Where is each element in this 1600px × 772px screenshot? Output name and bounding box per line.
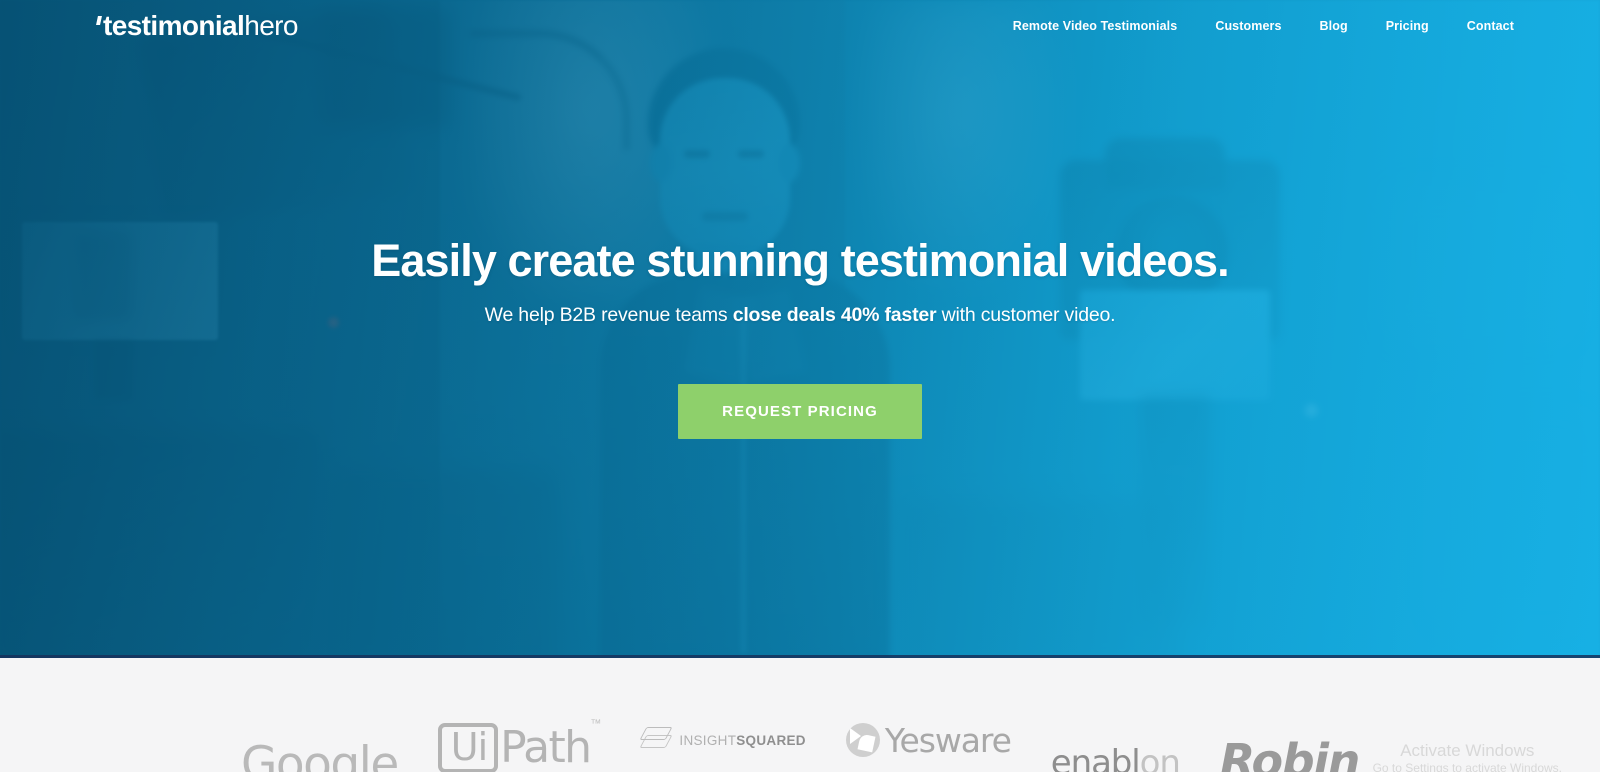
client-logo-strip: Google Ui Path ™ INSIGHTSQUARED Yesware … [0,658,1600,772]
hero-subheadline-emphasis: close deals 40% faster [732,304,937,327]
insightsquared-light-text: INSIGHT [679,732,737,748]
client-logo-enablon: enablon [1050,700,1181,772]
client-logo-uipath: Ui Path ™ [437,712,602,772]
enablon-wordmark: enablon [1050,743,1181,772]
hero-subheadline-prefix: We help B2B revenue teams [484,304,733,327]
nav-item-customers[interactable]: Customers [1215,15,1281,37]
uipath-trademark-icon: ™ [590,718,602,730]
insightsquared-wordmark: INSIGHTSQUARED [679,733,805,748]
uipath-wordmark: Path [500,722,592,772]
nav-item-blog[interactable]: Blog [1320,15,1348,37]
nav-item-contact[interactable]: Contact [1467,15,1514,37]
brand-logo[interactable]: testimonial hero [96,10,298,41]
yesware-circle-icon [845,723,880,757]
landing-page: testimonial hero Remote Video Testimonia… [0,0,1600,772]
hero-section: testimonial hero Remote Video Testimonia… [0,0,1600,658]
hero-subheadline: We help B2B revenue teams close deals 40… [485,304,1116,327]
logo-tick-icon [96,16,102,25]
hero-subheadline-suffix: with customer video. [936,304,1116,327]
brand-logo-bold: testimonial [103,10,245,41]
enablon-light-text: on [1139,743,1181,772]
main-navigation: testimonial hero Remote Video Testimonia… [0,0,1600,52]
nav-item-remote-video-testimonials[interactable]: Remote Video Testimonials [1013,15,1178,37]
client-logo-robin: Robin [1219,700,1361,772]
client-logo-insightsquared: INSIGHTSQUARED [639,704,806,772]
robin-wordmark: Robin [1219,734,1361,772]
hero-headline: Easily create stunning testimonial video… [371,234,1229,286]
request-pricing-button[interactable]: REQUEST PRICING [678,384,922,440]
client-logo-google: Google [241,700,399,772]
yesware-wordmark: Yesware [884,720,1012,760]
google-wordmark: Google [241,737,399,772]
uipath-ui-box: Ui [437,722,499,772]
nav-item-pricing[interactable]: Pricing [1386,15,1429,37]
insightsquared-bold-text: SQUARED [736,732,806,748]
insightsquared-diamond-icon [639,727,673,753]
enablon-dark-text: enabl [1050,743,1141,772]
nav-links: Remote Video Testimonials Customers Blog… [1013,15,1514,37]
hero-content: Easily create stunning testimonial video… [0,0,1600,658]
brand-logo-light: hero [244,10,298,41]
client-logo-yesware: Yesware [845,704,1012,772]
